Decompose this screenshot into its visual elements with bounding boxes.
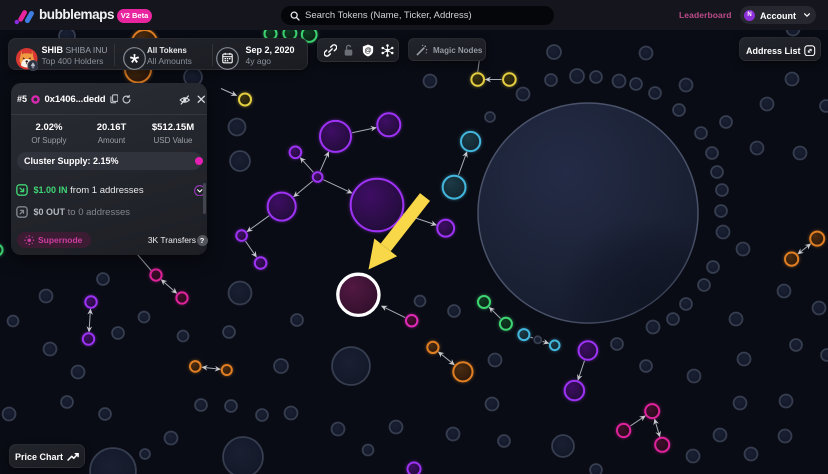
svg-text:@: @: [364, 45, 371, 54]
